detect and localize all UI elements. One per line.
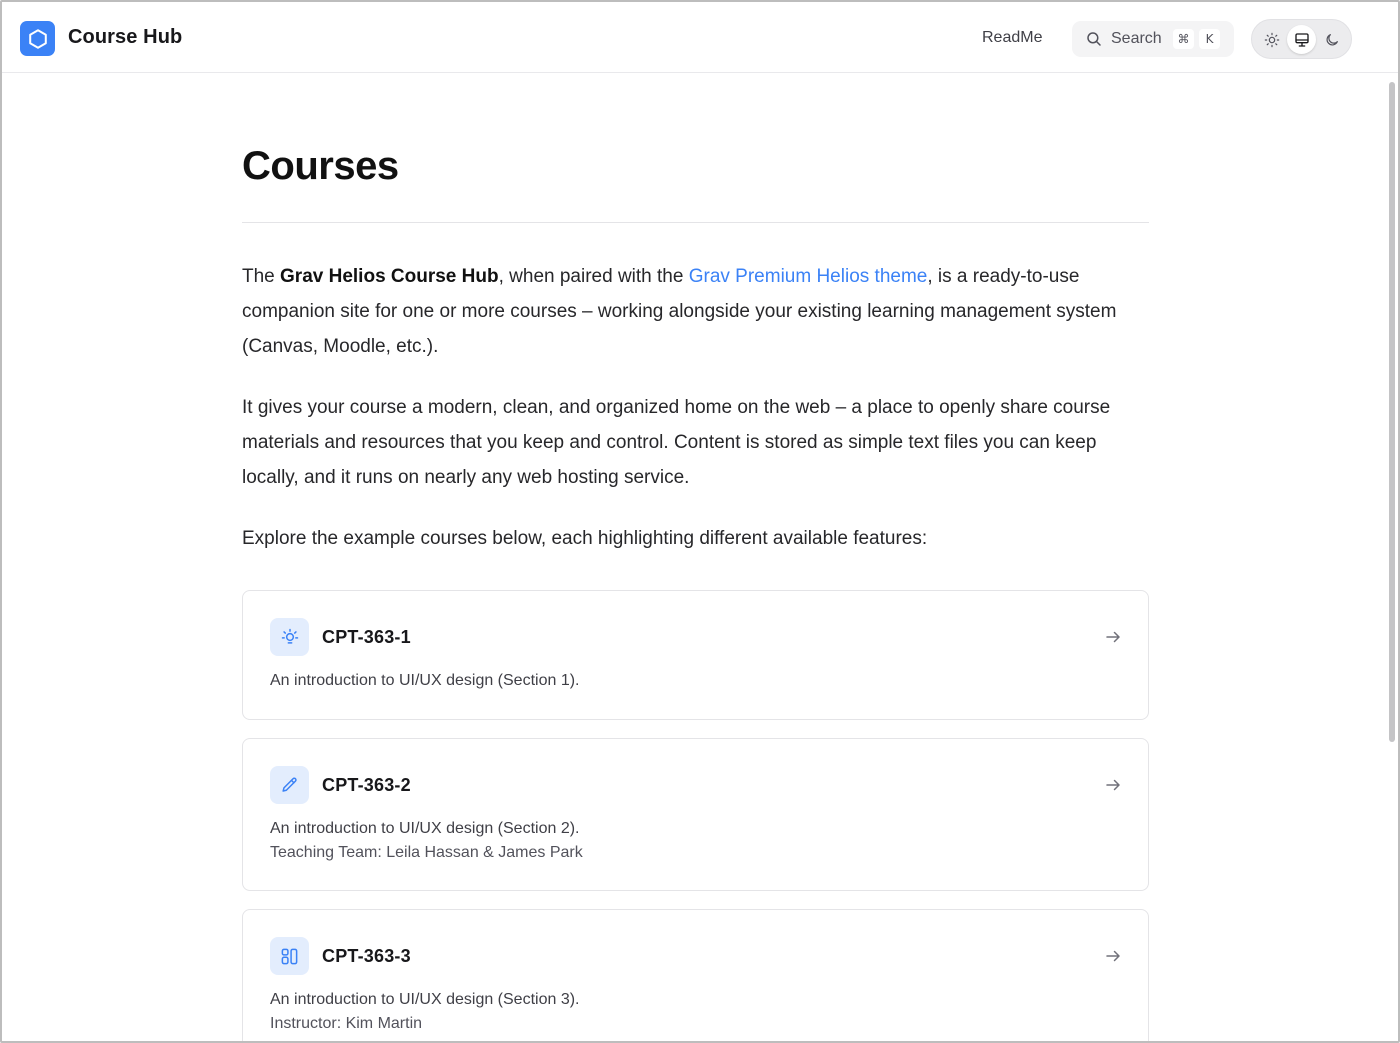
nav-link-readme[interactable]: ReadMe	[982, 29, 1042, 47]
intro-paragraph-3: Explore the example courses below, each …	[242, 528, 928, 549]
course-description: An introduction to UI/UX design (Section…	[270, 820, 580, 837]
course-code: CPT-363-3	[322, 946, 411, 966]
page-scrollbar[interactable]	[1389, 82, 1395, 742]
course-code: CPT-363-2	[322, 775, 411, 795]
arrow-right-icon	[1106, 950, 1120, 962]
theme-light-button[interactable]	[1257, 25, 1286, 54]
theme-toggle	[1251, 19, 1352, 59]
monitor-icon	[1294, 32, 1309, 47]
course-card-cpt-363-2[interactable]: CPT-363-2 An introduction to UI/UX desig…	[242, 738, 1149, 891]
search-label: Search	[1111, 30, 1162, 47]
intro-paragraph-1: The Grav Helios Course Hub, when paired …	[242, 266, 1117, 357]
arrow-right-icon	[1106, 779, 1120, 791]
search-icon	[1087, 32, 1101, 46]
logo-hexagon-icon[interactable]	[20, 21, 55, 56]
course-card-cpt-363-3[interactable]: CPT-363-3 An introduction to UI/UX desig…	[242, 909, 1149, 1041]
arrow-right-icon	[1106, 631, 1120, 643]
browser-frame: Course Hub ReadMe Search ⌘ K Courses The…	[0, 0, 1400, 1043]
brand-title[interactable]: Course Hub	[68, 26, 182, 49]
shortcut-k-key: K	[1199, 29, 1220, 49]
search-button[interactable]: Search ⌘ K	[1072, 21, 1234, 57]
course-instructor: Instructor: Kim Martin	[270, 1015, 423, 1032]
top-header: Course Hub ReadMe Search ⌘ K	[2, 2, 1398, 73]
title-divider	[242, 222, 1149, 223]
course-card-cpt-363-1[interactable]: CPT-363-1 An introduction to UI/UX desig…	[242, 590, 1149, 720]
lightbulb-icon	[270, 618, 309, 656]
sun-icon	[1264, 32, 1279, 47]
pencil-icon	[270, 766, 309, 804]
theme-dark-button[interactable]	[1317, 25, 1346, 54]
course-description: An introduction to UI/UX design (Section…	[270, 672, 580, 689]
shortcut-cmd-key: ⌘	[1173, 29, 1194, 49]
helios-theme-link[interactable]: Grav Premium Helios theme	[689, 266, 928, 287]
page-title: Courses	[242, 144, 399, 188]
moon-icon	[1326, 33, 1338, 45]
theme-system-button[interactable]	[1287, 25, 1316, 54]
course-code: CPT-363-1	[322, 627, 411, 647]
course-description: An introduction to UI/UX design (Section…	[270, 991, 580, 1008]
product-name: Grav Helios Course Hub	[280, 266, 499, 287]
layout-icon	[270, 937, 309, 975]
intro-paragraph-2: It gives your course a modern, clean, an…	[242, 397, 1111, 488]
course-teaching-team: Teaching Team: Leila Hassan & James Park	[270, 844, 583, 861]
